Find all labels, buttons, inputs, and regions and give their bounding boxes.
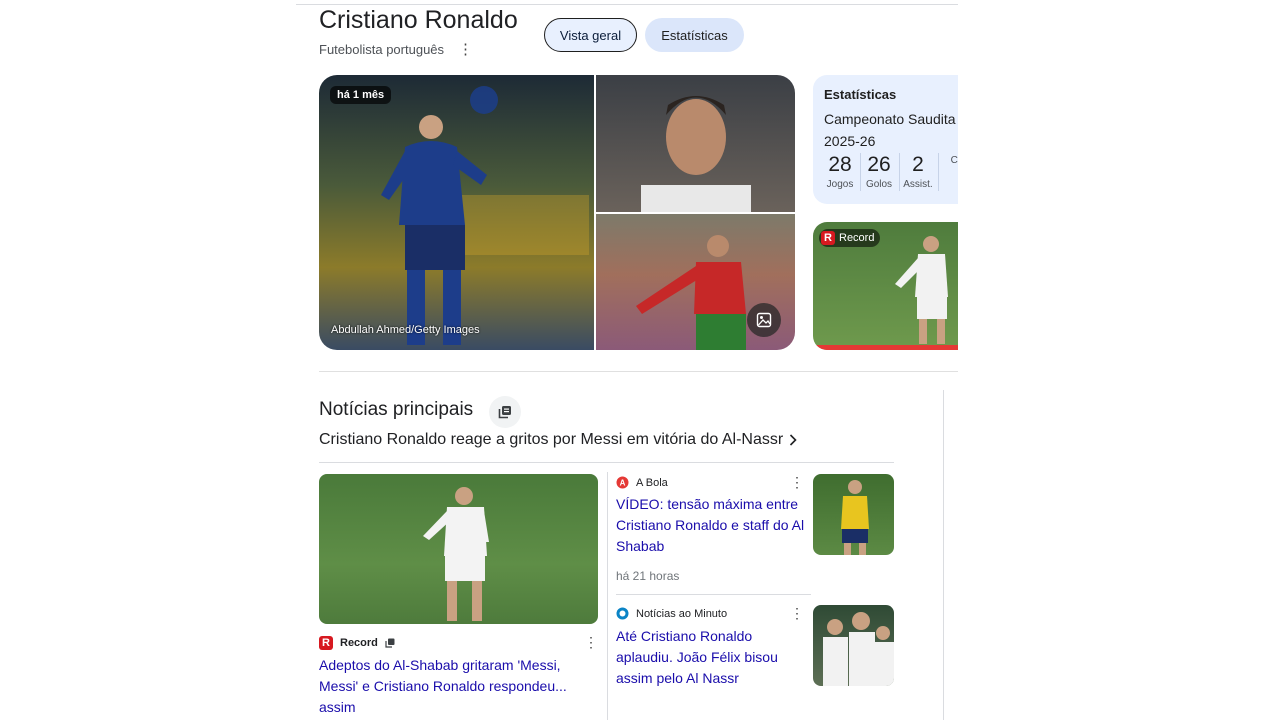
tab-estatisticas[interactable]: Estatísticas [645, 18, 744, 52]
side-story-2-more-icon[interactable]: ⋮ [790, 605, 804, 622]
side-story-2-source: Notícias ao Minuto [636, 607, 728, 620]
main-story-image[interactable] [319, 474, 598, 624]
more-options-icon[interactable]: ⋮ [458, 42, 473, 57]
chevron-right-icon [790, 434, 797, 446]
stat-assists: 2 Assist. [899, 153, 937, 190]
headline-link[interactable]: Cristiano Ronaldo reage a gritos por Mes… [319, 431, 797, 449]
news-heading: Notícias principais [319, 399, 474, 420]
side-story-1-time: há 21 horas [616, 569, 680, 583]
main-photo[interactable] [319, 75, 594, 350]
headline-text: Cristiano Ronaldo reage a gritos por Mes… [319, 431, 784, 448]
player-photo-illustration [381, 86, 589, 345]
video-source-badge: R Record [819, 229, 881, 247]
news-divider [319, 462, 894, 463]
stat-assists-label: Assist. [903, 179, 933, 190]
side-story-2-thumbnail[interactable] [813, 605, 894, 686]
svg-text:A: A [620, 479, 626, 488]
stats-season: 2025-26 [824, 133, 876, 149]
photo-time-badge: há 1 mês [330, 86, 392, 104]
stats-competition-name: Campeonato Saudita [824, 111, 956, 127]
tab-vista-geral[interactable]: Vista geral [544, 18, 637, 52]
stat-partial-label: Ca [950, 155, 958, 166]
record-logo-icon: R [821, 231, 835, 245]
stat-partial: Ca [938, 153, 958, 166]
main-story-title[interactable]: Adeptos do Al-Shabab gritaram 'Messi, Me… [319, 655, 589, 718]
main-story-source-row: R Record ⋮ [319, 634, 598, 651]
video-source-label: Record [839, 232, 875, 244]
photo-credit: Abdullah Ahmed/Getty Images [331, 324, 480, 336]
stat-goals-label: Golos [865, 179, 893, 190]
story-column-divider [607, 472, 608, 720]
side-story-1-more-icon[interactable]: ⋮ [790, 474, 804, 491]
entity-title: Cristiano Ronaldo [319, 6, 518, 34]
side-story-1-thumbnail[interactable] [813, 474, 894, 555]
video-card[interactable]: R Record [813, 222, 958, 350]
column-divider [943, 390, 944, 720]
stat-games: 28 Jogos [821, 153, 859, 190]
side-story-divider [616, 594, 811, 595]
side-story-1-title[interactable]: VÍDEO: tensão máxima entre Cristiano Ron… [616, 494, 806, 557]
stat-goals-value: 26 [867, 153, 891, 176]
top-divider [296, 4, 958, 5]
main-story-source: Record [340, 636, 378, 649]
portrait-illustration [641, 96, 751, 212]
video-progress-bar [813, 345, 958, 350]
stat-assists-value: 2 [912, 153, 924, 176]
news-stack-small-icon [385, 638, 395, 648]
image-search-icon[interactable] [747, 303, 781, 337]
stats-title: Estatísticas [824, 87, 897, 102]
entity-subtitle-row: Futebolista português ⋮ [319, 42, 473, 58]
side-story-2-illustration [823, 612, 894, 686]
side-story-1-source: A Bola [636, 476, 668, 489]
side-story-1-illustration [841, 480, 869, 555]
side-story-2-source-row: Notícias ao Minuto ⋮ [616, 605, 804, 622]
noticias-ao-minuto-logo-icon [616, 607, 629, 620]
stat-games-value: 28 [828, 153, 852, 176]
main-story-illustration [423, 487, 489, 621]
stats-competition: Campeonato Saudita 2025-26 [824, 108, 956, 152]
stat-goals: 26 Golos [860, 153, 898, 190]
section-divider [319, 371, 958, 372]
a-bola-logo-icon: A [616, 476, 629, 489]
main-story-more-icon[interactable]: ⋮ [584, 634, 598, 651]
portrait-photo[interactable] [596, 75, 795, 212]
stats-card[interactable]: Estatísticas Campeonato Saudita 2025-26 … [813, 75, 958, 204]
record-logo-icon: R [319, 635, 333, 650]
stat-games-label: Jogos [826, 179, 854, 190]
side-story-1-source-row: A A Bola ⋮ [616, 474, 804, 491]
side-story-2-title[interactable]: Até Cristiano Ronaldo aplaudiu. João Fél… [616, 626, 806, 689]
entity-subtitle: Futebolista português [319, 42, 445, 57]
news-stack-icon[interactable] [489, 396, 521, 428]
